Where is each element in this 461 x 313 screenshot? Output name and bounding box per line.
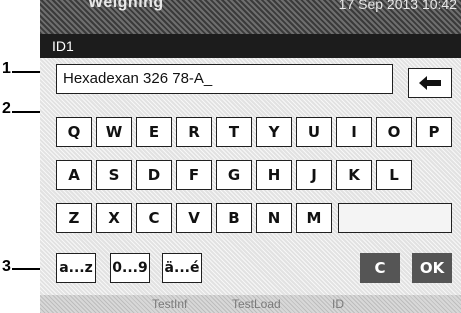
key-h[interactable]: H <box>256 160 292 190</box>
keyboard-panel: Hexadexan 326 78-A_ Q W E R T Y U I O P … <box>40 58 461 295</box>
app-title: Weighing <box>88 0 164 11</box>
clear-button[interactable]: C <box>360 253 400 283</box>
callout-2: 2 <box>2 100 11 117</box>
status-bar: Weighing 17 Sep 2013 10:42 <box>40 0 461 34</box>
footer-item-testinf: TestInf <box>152 297 188 311</box>
key-e[interactable]: E <box>136 117 172 147</box>
ok-button[interactable]: OK <box>412 253 452 283</box>
special-chars-mode-button[interactable]: ä...é <box>162 253 202 283</box>
arrow-left-icon <box>419 76 441 90</box>
key-v[interactable]: V <box>176 203 212 233</box>
device-screen: Weighing 17 Sep 2013 10:42 ID1 Hexadexan… <box>40 0 461 313</box>
key-q[interactable]: Q <box>56 117 92 147</box>
key-y[interactable]: Y <box>256 117 292 147</box>
key-d[interactable]: D <box>136 160 172 190</box>
key-r[interactable]: R <box>176 117 212 147</box>
key-j[interactable]: J <box>296 160 332 190</box>
key-t[interactable]: T <box>216 117 252 147</box>
dialog-titlebar: ID1 <box>40 34 461 58</box>
space-key[interactable] <box>338 203 452 233</box>
key-f[interactable]: F <box>176 160 212 190</box>
key-c[interactable]: C <box>136 203 172 233</box>
numbers-mode-button[interactable]: 0...9 <box>110 253 150 283</box>
footer-item-id: ID <box>332 297 344 311</box>
key-b[interactable]: B <box>216 203 252 233</box>
softkey-bar: TestInf TestLoad ID <box>40 295 461 313</box>
key-l[interactable]: L <box>376 160 412 190</box>
key-z[interactable]: Z <box>56 203 92 233</box>
key-p[interactable]: P <box>416 117 452 147</box>
callout-1: 1 <box>2 60 11 77</box>
key-i[interactable]: I <box>336 117 372 147</box>
key-s[interactable]: S <box>96 160 132 190</box>
key-w[interactable]: W <box>96 117 132 147</box>
lowercase-mode-button[interactable]: a...z <box>56 253 96 283</box>
key-k[interactable]: K <box>336 160 372 190</box>
key-n[interactable]: N <box>256 203 292 233</box>
dialog-title: ID1 <box>52 38 74 54</box>
footer-item-testload: TestLoad <box>232 297 281 311</box>
callout-3: 3 <box>2 258 11 275</box>
datetime: 17 Sep 2013 10:42 <box>338 0 457 12</box>
backspace-button[interactable] <box>408 68 452 98</box>
key-o[interactable]: O <box>376 117 412 147</box>
key-x[interactable]: X <box>96 203 132 233</box>
key-g[interactable]: G <box>216 160 252 190</box>
text-input[interactable]: Hexadexan 326 78-A_ <box>56 64 393 94</box>
key-m[interactable]: M <box>296 203 332 233</box>
key-u[interactable]: U <box>296 117 332 147</box>
key-a[interactable]: A <box>56 160 92 190</box>
